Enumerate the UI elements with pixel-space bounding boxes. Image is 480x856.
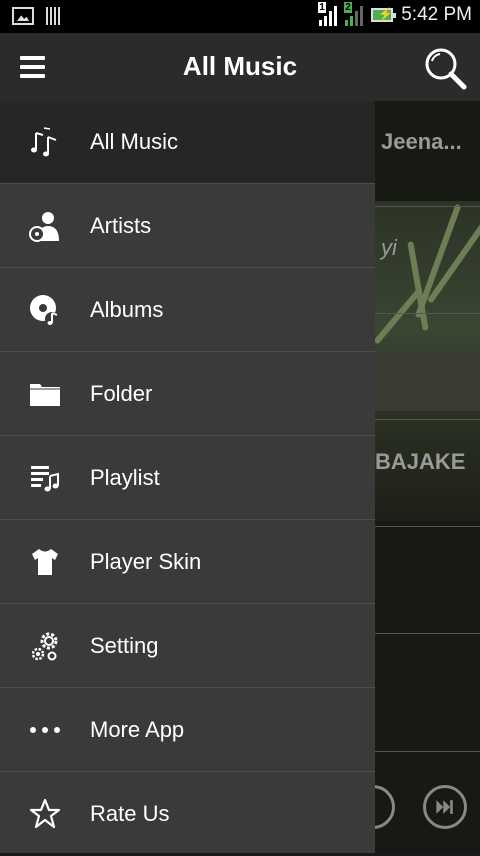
drawer-item-label: Playlist (90, 464, 160, 490)
status-right: 1 2 ⚡ 5:42 PM (318, 2, 472, 26)
signal-sim2-icon: 2 (344, 2, 364, 26)
background-song-list: Jeena... yi BAJAKE (375, 101, 480, 853)
drawer-item-folder[interactable]: Folder (0, 352, 375, 436)
sim2-label: 2 (344, 2, 352, 13)
notification-icons (12, 7, 62, 25)
navigation-drawer: All Music Artists Albums Folder Playlist… (0, 101, 375, 853)
song-title-3[interactable]: BAJAKE (375, 449, 465, 475)
image-notification-icon (12, 7, 34, 25)
drawer-item-label: More App (90, 716, 185, 742)
music-note-icon (31, 127, 57, 157)
song-title-1[interactable]: Jeena... (381, 129, 462, 155)
drawer-item-label: All Music (90, 129, 179, 154)
status-bar: 1 2 ⚡ 5:42 PM (0, 0, 480, 33)
folder-icon (30, 383, 60, 406)
song-title-2[interactable]: yi (381, 235, 397, 261)
battery-charging-icon: ⚡ (371, 7, 397, 22)
drawer-item-artists[interactable]: Artists (0, 184, 375, 268)
drawer-item-label: Artists (90, 212, 152, 238)
status-time: 5:42 PM (401, 4, 472, 25)
sim1-label: 1 (318, 2, 326, 13)
drawer-item-player-skin[interactable]: Player Skin (0, 520, 375, 604)
album-icon (30, 294, 59, 326)
drawer-item-setting[interactable]: Setting (0, 604, 375, 688)
drawer-item-label: Rate Us (90, 801, 170, 826)
app-header: All Music (0, 33, 480, 101)
drawer-item-more-app[interactable]: More App (0, 688, 375, 772)
drawer-item-playlist[interactable]: Playlist (0, 436, 375, 520)
star-icon (29, 798, 61, 829)
drawer-item-albums[interactable]: Albums (0, 268, 375, 352)
drawer-item-rate-us[interactable]: Rate Us (0, 772, 375, 856)
more-dots-icon (30, 726, 60, 733)
artist-icon (29, 211, 59, 242)
next-track-icon[interactable] (423, 785, 467, 829)
gears-icon (31, 632, 58, 660)
drawer-item-all-music[interactable]: All Music (0, 101, 375, 184)
signal-sim1-icon: 1 (318, 2, 338, 26)
tshirt-icon (32, 548, 58, 575)
barcode-notification-icon (46, 7, 62, 25)
drawer-item-label: Setting (90, 632, 159, 658)
drawer-item-label: Player Skin (90, 548, 202, 574)
play-pause-button[interactable] (375, 785, 395, 829)
page-title: All Music (182, 51, 298, 81)
playlist-icon (31, 465, 59, 491)
drawer-item-label: Folder (90, 380, 153, 406)
drawer-item-label: Albums (90, 296, 164, 322)
search-icon[interactable] (422, 45, 468, 91)
